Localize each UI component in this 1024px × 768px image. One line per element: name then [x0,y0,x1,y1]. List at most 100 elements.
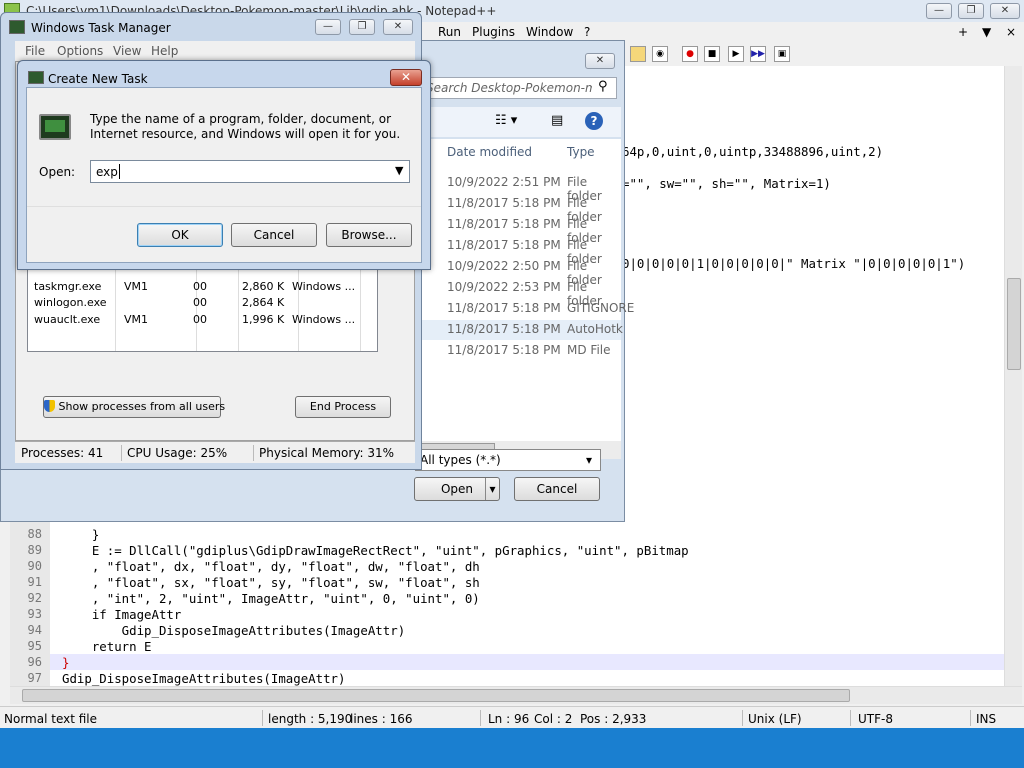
maximize-button[interactable]: ❐ [958,3,984,19]
end-process-button[interactable]: End Process [295,396,391,418]
folder-icon[interactable] [630,46,646,62]
scrollbar-thumb[interactable] [1007,278,1021,370]
create-task-body: Type the name of a program, folder, docu… [26,87,422,263]
cancel-button[interactable]: Cancel [231,223,317,247]
tm-status-separator [253,445,254,461]
menu-run[interactable]: Run [438,25,461,39]
task-manager-titlebar: Windows Task Manager — ❐ ✕ [1,13,421,41]
file-row[interactable]: 10/9/2022 2:50 PM File folder [421,257,621,287]
close-button[interactable]: ✕ [990,3,1020,19]
ok-button[interactable]: OK [137,223,223,247]
file-type-select[interactable]: All types (*.*) ▾ [415,449,601,471]
close-doc-icon[interactable]: × [1006,25,1016,39]
open-button[interactable]: Open ▾ [414,477,500,501]
process-row[interactable]: taskmgr.exe VM1 00 2,860 K Windows ... [28,280,377,296]
search-box[interactable]: Search Desktop-Pokemon-ma... ⚲ [421,77,617,99]
browse-label: Browse... [341,228,397,242]
search-icon: ⚲ [598,79,608,94]
menu-help[interactable]: ? [584,25,590,39]
chevron-down-icon[interactable]: ▼ [395,164,403,177]
file-list[interactable]: Date modified Type 10/9/2022 2:51 PM File… [421,139,634,459]
process-description: Windows ... [292,280,356,293]
help-icon[interactable]: ? [585,112,603,130]
status-separator [970,710,971,726]
status-eol: Unix (LF) [748,712,802,726]
open-label: Open: [39,165,76,179]
browse-button[interactable]: Browse... [326,223,412,247]
file-date: 10/9/2022 2:51 PM [447,175,561,189]
tm-menu-options[interactable]: Options [57,44,103,58]
show-all-processes-button[interactable]: Show processes from all users [43,396,225,418]
play-multiple-icon[interactable]: ▶▶ [750,46,766,62]
eye-icon[interactable]: ◉ [652,46,668,62]
open-cancel-label: Cancel [536,482,578,496]
code-fragment: ="", sw="", sh="", Matrix=1) [622,176,831,191]
task-manager-icon [9,20,25,34]
chevron-down-icon: ▾ [586,453,593,467]
new-tab-icon[interactable]: + [958,25,968,39]
process-row[interactable]: winlogon.exe 00 2,864 K [28,296,377,312]
status-mode: INS [976,712,997,726]
stop-macro-icon[interactable]: ■ [704,46,720,62]
search-placeholder: Search Desktop-Pokemon-ma... [426,81,592,95]
file-date: 11/8/2017 5:18 PM [447,238,561,252]
tm-menu-file[interactable]: File [25,44,45,58]
status-length: length : 5,190 [268,712,353,726]
open-split-arrow-icon[interactable]: ▾ [485,478,499,500]
status-ln: Ln : 96 [488,712,530,726]
command-input-value: exp [96,165,118,179]
file-row[interactable]: 10/9/2022 2:51 PM File folder [421,173,621,203]
cancel-label: Cancel [253,228,295,242]
tm-menu-help[interactable]: Help [151,44,178,58]
view-options-icon[interactable]: ☷ ▾ [495,113,517,128]
process-row[interactable]: wuauclt.exe VM1 00 1,996 K Windows ... [28,313,377,329]
hscrollbar-thumb[interactable] [22,689,850,702]
tm-status-processes: Processes: 41 [21,446,104,460]
tm-close-button[interactable]: ✕ [383,19,413,35]
line-number: 96 [27,655,42,669]
open-button-label: Open [440,482,474,496]
minimize-button[interactable]: — [926,3,952,19]
file-row[interactable]: 11/8/2017 5:18 PM File folder [421,236,621,266]
code-line: if ImageAttr [62,607,182,622]
process-name: taskmgr.exe [34,280,102,293]
line-number: 92 [27,591,42,605]
file-date: 10/9/2022 2:50 PM [447,259,561,273]
file-row-hover[interactable]: 11/8/2017 5:18 PM AutoHotk [421,320,623,340]
file-row[interactable]: 10/9/2022 2:53 PM File folder [421,278,621,308]
open-dialog-close-button[interactable]: ✕ [585,53,615,69]
file-type: MD File [567,343,611,357]
file-row[interactable]: 11/8/2017 5:18 PM File folder [421,194,621,224]
menu-plugins[interactable]: Plugins [472,25,515,39]
end-process-label: End Process [309,400,377,413]
line-number: 97 [27,671,42,685]
command-input[interactable]: exp ▼ [90,160,410,183]
open-cancel-button[interactable]: Cancel [514,477,600,501]
preview-pane-icon[interactable]: ▤ [551,113,563,128]
column-type[interactable]: Type [567,145,595,159]
status-encoding: UTF-8 [858,712,893,726]
code-line: , "float", sx, "float", sy, "float", sw,… [62,575,480,590]
horizontal-scrollbar[interactable] [10,686,1022,704]
status-separator [742,710,743,726]
file-row[interactable]: 11/8/2017 5:18 PM GITIGNORE [421,299,634,319]
tm-minimize-button[interactable]: — [315,19,341,35]
process-description: Windows ... [292,313,356,326]
play-macro-icon[interactable]: ▶ [728,46,744,62]
line-number: 93 [27,607,42,621]
line-number: 90 [27,559,42,573]
file-date: 11/8/2017 5:18 PM [447,301,561,315]
task-manager-menubar: File Options View Help [15,41,415,61]
record-macro-icon[interactable]: ● [682,46,698,62]
process-name: winlogon.exe [34,296,107,309]
vertical-scrollbar[interactable] [1004,66,1022,686]
menu-window[interactable]: Window [526,25,573,39]
file-row[interactable]: 11/8/2017 5:18 PM MD File [421,341,621,361]
save-macro-icon[interactable]: ▣ [774,46,790,62]
tm-menu-view[interactable]: View [113,44,141,58]
column-date-modified[interactable]: Date modified [447,145,532,159]
tab-list-icon[interactable]: ▼ [982,25,991,39]
create-task-close-button[interactable]: ✕ [390,69,422,86]
file-row[interactable]: 11/8/2017 5:18 PM File folder [421,215,621,245]
tm-maximize-button[interactable]: ❐ [349,19,375,35]
